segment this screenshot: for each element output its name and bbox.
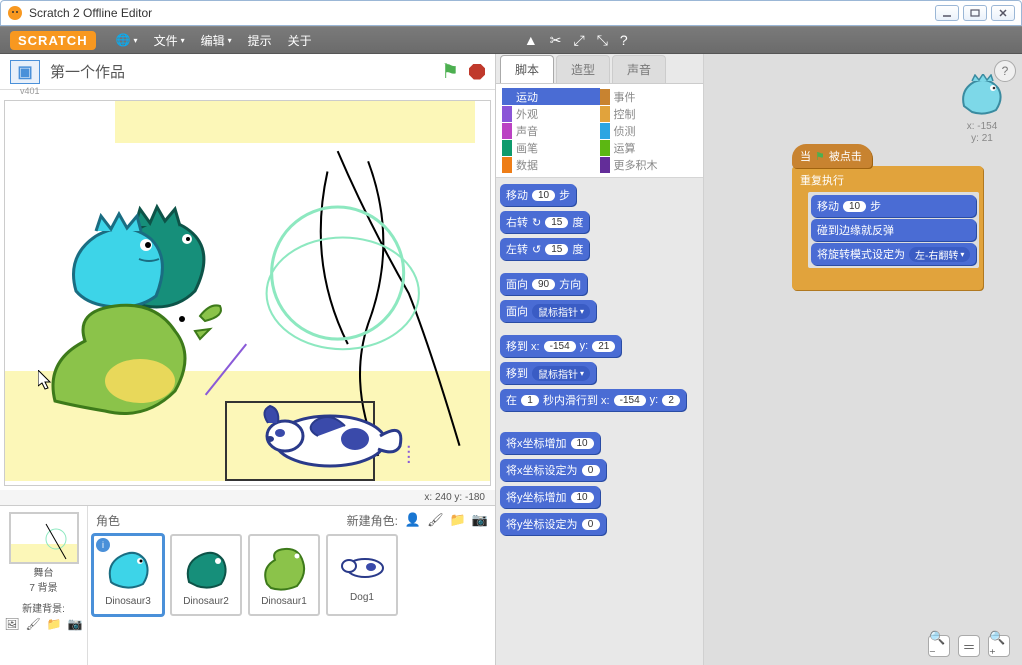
scratch-cat-icon bbox=[7, 5, 23, 21]
tab-bar: 脚本 造型 声音 bbox=[496, 54, 703, 84]
cat-sound[interactable]: 声音 bbox=[502, 122, 600, 139]
block-forever[interactable]: 重复执行 移动10步 碰到边缘就反弹 将旋转模式设定为左-右翻转 bbox=[792, 166, 983, 290]
menu-edit[interactable]: 编辑▾ bbox=[201, 32, 232, 49]
sprite-thumb-dinosaur1[interactable]: Dinosaur1 bbox=[248, 534, 320, 616]
stage-selector[interactable]: 舞台 7 背景 新建背景: 🖼 🖌 📁 📷 bbox=[0, 506, 88, 665]
window-title: Scratch 2 Offline Editor bbox=[29, 6, 935, 20]
backdrop-from-library-icon[interactable]: 🖼 bbox=[4, 617, 19, 631]
cat-operators[interactable]: 运算 bbox=[600, 139, 698, 156]
help-icon[interactable]: ? bbox=[620, 32, 628, 48]
tab-scripts[interactable]: 脚本 bbox=[500, 55, 554, 83]
zoom-controls: 🔍⁻ ＝ 🔍⁺ bbox=[928, 635, 1010, 657]
sprite-dinosaur1-stage[interactable] bbox=[45, 291, 235, 441]
sprite-from-library-icon[interactable]: 👤 bbox=[405, 512, 421, 528]
paint-backdrop-icon[interactable]: 🖌 bbox=[26, 617, 41, 631]
tool-icons: ▲ ✂ ⤢ ⤡ ? bbox=[524, 32, 628, 49]
block-goto-xy[interactable]: 移到 x:-154y:21 bbox=[500, 335, 621, 357]
upload-backdrop-icon[interactable]: 📁 bbox=[47, 617, 62, 631]
block-change-x[interactable]: 将x坐标增加10 bbox=[500, 432, 600, 454]
scratch-logo[interactable]: SCRATCH bbox=[10, 31, 96, 50]
block-point-towards[interactable]: 面向鼠标指针 bbox=[500, 300, 596, 322]
tab-costumes[interactable]: 造型 bbox=[556, 55, 610, 83]
menu-tips[interactable]: 提示 bbox=[248, 32, 272, 49]
block-bounce-inscript[interactable]: 碰到边缘就反弹 bbox=[811, 219, 976, 241]
grow-icon[interactable]: ⤢ bbox=[574, 32, 585, 49]
sprite-dog1-stage[interactable] bbox=[250, 401, 410, 481]
sprite-info-icon[interactable]: i bbox=[96, 538, 110, 552]
cat-control[interactable]: 控制 bbox=[600, 105, 698, 122]
scripts-area[interactable]: ? x: -154 y: 21 当⚑被点击 重复执行 移动10步 碰到边缘就反弹… bbox=[704, 54, 1022, 665]
scissors-icon[interactable]: ✂ bbox=[550, 32, 562, 49]
close-button[interactable] bbox=[991, 5, 1015, 21]
block-move-steps[interactable]: 移动10步 bbox=[500, 184, 576, 206]
shrink-icon[interactable]: ⤡ bbox=[597, 32, 608, 49]
block-turn-ccw[interactable]: 左转↺15度 bbox=[500, 238, 589, 260]
block-change-y[interactable]: 将y坐标增加10 bbox=[500, 486, 600, 508]
block-turn-cw[interactable]: 右转↻15度 bbox=[500, 211, 589, 233]
stage-label: 舞台 bbox=[34, 564, 54, 579]
backdrop-count: 7 背景 bbox=[29, 579, 57, 594]
tab-sounds[interactable]: 声音 bbox=[612, 55, 666, 83]
block-point-dir[interactable]: 面向90方向 bbox=[500, 273, 587, 295]
block-glide[interactable]: 在1秒内滑行到 x:-154y:2 bbox=[500, 389, 686, 411]
block-set-y[interactable]: 将y坐标设定为0 bbox=[500, 513, 606, 535]
green-flag-button[interactable]: ⚑ bbox=[441, 59, 459, 84]
block-palette: 移动10步 右转↻15度 左转↺15度 面向90方向 面向鼠标指针 移到 x:-… bbox=[496, 178, 703, 665]
camera-sprite-icon[interactable]: 📷 bbox=[472, 512, 488, 528]
new-backdrop-label: 新建背景: bbox=[22, 600, 65, 615]
script-stack[interactable]: 当⚑被点击 重复执行 移动10步 碰到边缘就反弹 将旋转模式设定为左-右翻转 bbox=[792, 144, 983, 290]
stamp-icon[interactable]: ▲ bbox=[524, 32, 538, 48]
cat-more[interactable]: 更多积木 bbox=[600, 156, 698, 173]
stage-mini-coord: v401 bbox=[0, 86, 495, 96]
menu-about[interactable]: 关于 bbox=[288, 32, 312, 49]
paint-sprite-icon[interactable]: 🖌 bbox=[427, 512, 444, 528]
sprites-label: 角色 bbox=[96, 512, 120, 529]
cat-looks[interactable]: 外观 bbox=[502, 105, 600, 122]
sprite-mini-icon bbox=[958, 74, 1006, 116]
cat-events[interactable]: 事件 bbox=[600, 88, 698, 105]
upload-sprite-icon[interactable]: 📁 bbox=[450, 512, 466, 528]
cat-data[interactable]: 数据 bbox=[502, 156, 600, 173]
maximize-button[interactable] bbox=[963, 5, 987, 21]
fullscreen-button[interactable]: ▣ bbox=[10, 60, 40, 84]
cat-sensing[interactable]: 侦测 bbox=[600, 122, 698, 139]
sprite-info-header: x: -154 y: 21 bbox=[958, 74, 1006, 145]
camera-backdrop-icon[interactable]: 📷 bbox=[68, 617, 83, 631]
project-name[interactable]: 第一个作品 bbox=[50, 61, 431, 82]
cat-motion[interactable]: 运动 bbox=[502, 88, 600, 105]
stop-button[interactable] bbox=[469, 64, 485, 80]
block-move-steps-inscript[interactable]: 移动10步 bbox=[811, 195, 976, 217]
sprite-x-label: x: -154 bbox=[958, 121, 1006, 133]
sprite-list: i Dinosaur3 Dinosaur2 Dinosaur1 Do bbox=[92, 534, 491, 616]
sprite-thumb-dinosaur3[interactable]: i Dinosaur3 bbox=[92, 534, 164, 616]
globe-icon[interactable]: 🌐▾ bbox=[116, 33, 138, 47]
block-goto[interactable]: 移到鼠标指针 bbox=[500, 362, 596, 384]
menu-bar: SCRATCH 🌐▾ 文件▾ 编辑▾ 提示 关于 ▲ ✂ ⤢ ⤡ ? bbox=[0, 26, 1022, 54]
sprite-panel: 舞台 7 背景 新建背景: 🖼 🖌 📁 📷 角色 新建角色: 👤 🖌 📁 bbox=[0, 505, 495, 665]
new-sprite-label: 新建角色: bbox=[347, 512, 398, 529]
stage-canvas[interactable] bbox=[4, 100, 491, 486]
stage-thumbnail[interactable] bbox=[9, 512, 79, 564]
minimize-button[interactable] bbox=[935, 5, 959, 21]
category-grid: 运动 事件 外观 控制 声音 侦测 画笔 运算 数据 更多积木 bbox=[496, 84, 703, 178]
block-when-flag-clicked[interactable]: 当⚑被点击 bbox=[792, 144, 872, 168]
sprite-thumb-dog1[interactable]: Dog1 bbox=[326, 534, 398, 616]
stage-mouse-coords: x: 240 y: -180 bbox=[0, 490, 495, 505]
zoom-in-button[interactable]: 🔍⁺ bbox=[988, 635, 1010, 657]
cat-pen[interactable]: 画笔 bbox=[502, 139, 600, 156]
window-titlebar: Scratch 2 Offline Editor bbox=[0, 0, 1022, 26]
block-rotstyle-inscript[interactable]: 将旋转模式设定为左-右翻转 bbox=[811, 243, 976, 265]
block-set-x[interactable]: 将x坐标设定为0 bbox=[500, 459, 606, 481]
sprite-thumb-dinosaur2[interactable]: Dinosaur2 bbox=[170, 534, 242, 616]
zoom-reset-button[interactable]: ＝ bbox=[958, 635, 980, 657]
menu-file[interactable]: 文件▾ bbox=[154, 32, 185, 49]
stage-header: ▣ 第一个作品 ⚑ bbox=[0, 54, 495, 90]
zoom-out-button[interactable]: 🔍⁻ bbox=[928, 635, 950, 657]
